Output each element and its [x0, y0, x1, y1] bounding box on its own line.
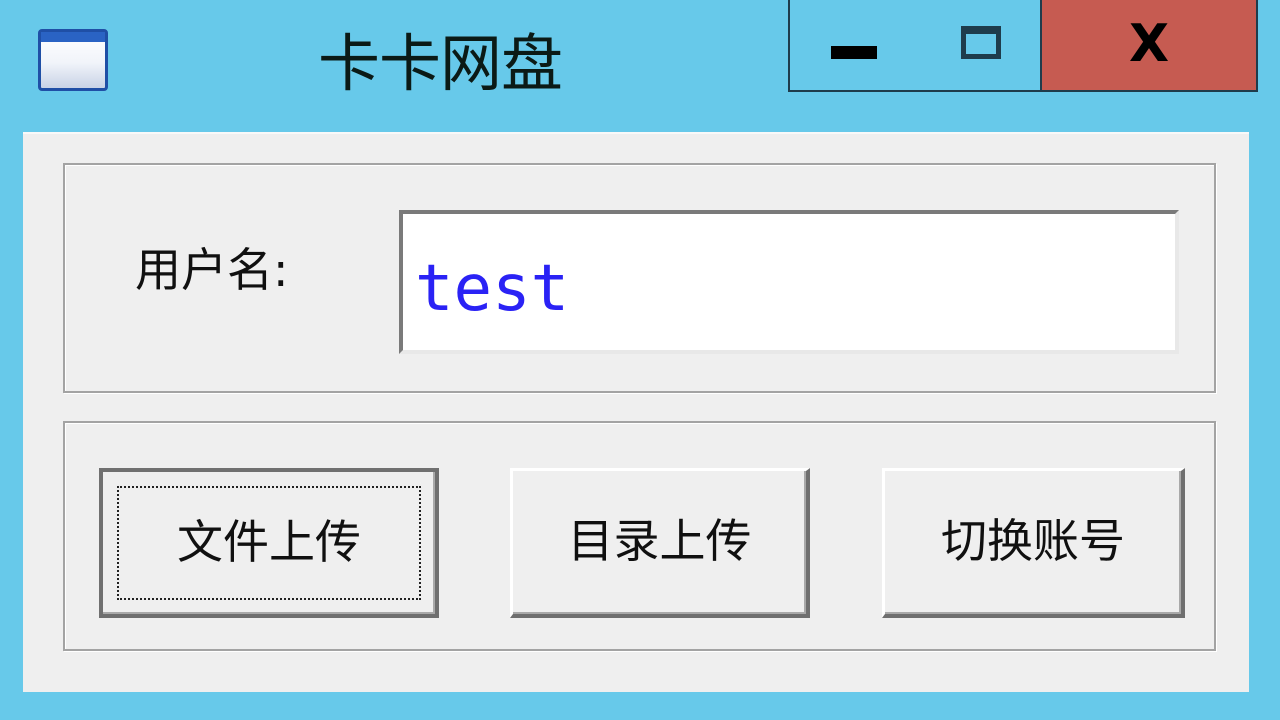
username-label: 用户名:	[135, 243, 289, 297]
close-icon: X	[1128, 14, 1170, 74]
focus-ring	[117, 486, 421, 600]
minimize-button[interactable]	[788, 0, 920, 92]
switch-account-label: 切换账号	[941, 514, 1125, 568]
upload-file-button[interactable]: 文件上传	[99, 468, 439, 618]
client-area: 用户名: 文件上传 目录上传 切换账号	[23, 132, 1249, 692]
user-group: 用户名:	[63, 163, 1216, 393]
maximize-button[interactable]	[918, 0, 1042, 92]
application-window-icon[interactable]	[38, 29, 108, 91]
username-input[interactable]	[399, 210, 1179, 354]
switch-account-button[interactable]: 切换账号	[882, 468, 1185, 618]
maximize-icon	[961, 26, 1001, 59]
close-button[interactable]: X	[1040, 0, 1258, 92]
actions-group: 文件上传 目录上传 切换账号	[63, 421, 1216, 651]
minimize-icon	[831, 46, 877, 59]
upload-directory-label: 目录上传	[567, 514, 752, 568]
window-title: 卡卡网盘	[318, 27, 563, 100]
upload-directory-button[interactable]: 目录上传	[510, 468, 810, 618]
app-window: 卡卡网盘 X 用户名: 文件上传 目录上传 切换账号	[0, 0, 1280, 720]
